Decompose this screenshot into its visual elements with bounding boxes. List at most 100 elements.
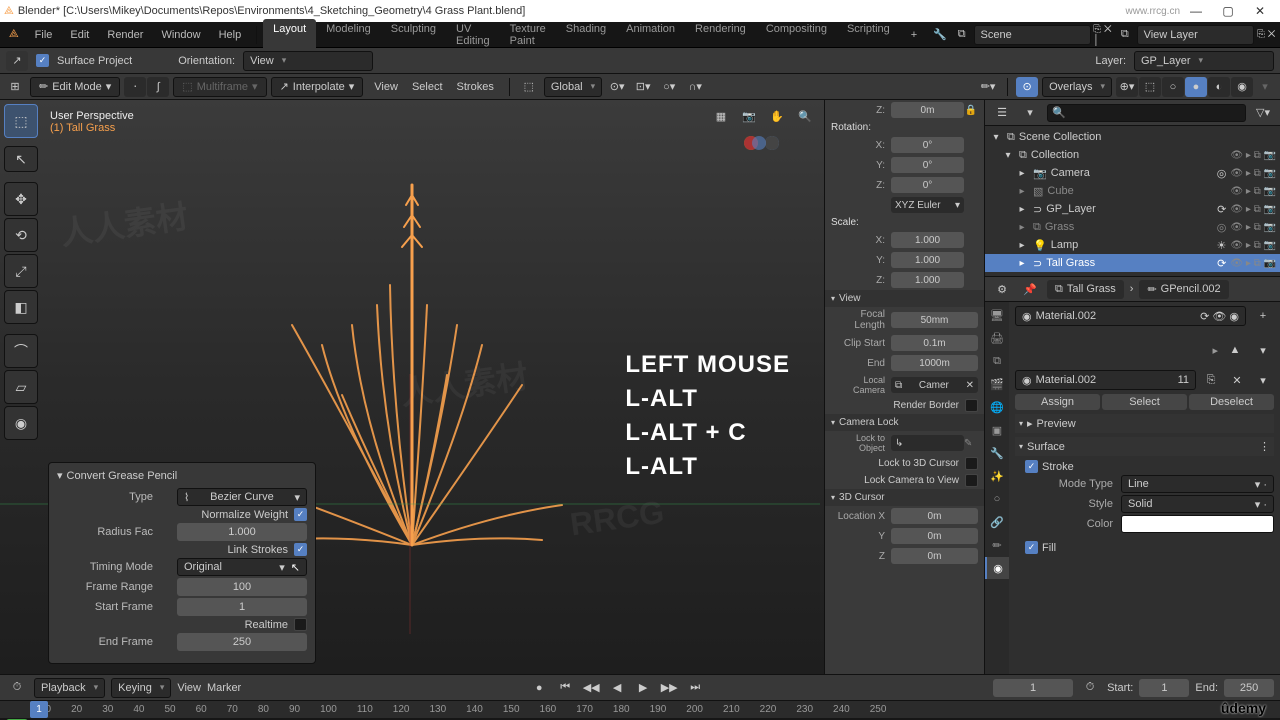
local-camera-field[interactable]: ⧉ Camer ✕ bbox=[891, 377, 978, 393]
workspace-shading[interactable]: Shading bbox=[556, 19, 616, 51]
jump-end-icon[interactable]: ⏭ bbox=[685, 679, 705, 697]
type-dropdown[interactable]: ⌇ Bezier Curve ▾ bbox=[177, 488, 307, 506]
playback-dropdown[interactable]: Playback bbox=[34, 678, 105, 698]
scene-tab[interactable]: 🎬 bbox=[985, 373, 1009, 395]
scale-z-input[interactable]: 1.000 bbox=[891, 272, 964, 288]
mode-dropdown[interactable]: ✏ Edit Mode ▾ bbox=[30, 77, 120, 97]
render-border-checkbox[interactable] bbox=[965, 399, 978, 412]
camera-lock-header[interactable]: Camera Lock bbox=[825, 414, 984, 431]
preview-header[interactable]: ▸ Preview bbox=[1015, 414, 1274, 433]
menu-help[interactable]: Help bbox=[210, 26, 251, 44]
xray-icon[interactable]: ⬚ bbox=[1139, 77, 1161, 97]
maximize-button[interactable]: ▢ bbox=[1212, 4, 1244, 18]
add-slot-icon[interactable]: + bbox=[1252, 306, 1274, 326]
shear-tool[interactable]: ▱ bbox=[4, 370, 38, 404]
gp-drawing-icon[interactable]: ✏▾ bbox=[977, 77, 999, 97]
proportional-falloff-icon[interactable]: ∩▾ bbox=[684, 77, 706, 97]
style-dropdown[interactable]: Solid▾ · bbox=[1121, 495, 1274, 513]
outliner-row-grass[interactable]: ▸⧉Grass◎👁 ▸ ⧉ 📷 bbox=[985, 218, 1280, 236]
clip-end-input[interactable]: 1000m bbox=[891, 355, 978, 371]
props-pin-icon[interactable]: 📌 bbox=[1019, 279, 1041, 299]
shading-lookdev-icon[interactable]: ◐ bbox=[1208, 77, 1230, 97]
minimize-button[interactable]: — bbox=[1180, 4, 1212, 18]
workspace-layout[interactable]: Layout bbox=[263, 19, 316, 51]
rot-z-input[interactable]: 0° bbox=[891, 177, 964, 193]
outliner-type-icon[interactable]: ☰ bbox=[991, 103, 1013, 123]
tl-view-menu[interactable]: View bbox=[177, 682, 201, 694]
material-menu-icon[interactable]: ▾ bbox=[1252, 370, 1274, 390]
display-mode-icon[interactable]: ▾ bbox=[1019, 103, 1041, 123]
workspace-rendering[interactable]: Rendering bbox=[685, 19, 756, 51]
slot-up-icon[interactable]: ▲ bbox=[1224, 340, 1246, 360]
camera-icon[interactable]: 📷 bbox=[738, 106, 760, 126]
outliner-row-tall-grass[interactable]: ▸⊃Tall Grass⟳👁 ▸ ⧉ 📷 bbox=[985, 254, 1280, 272]
menu-window[interactable]: Window bbox=[152, 26, 209, 44]
focal-input[interactable]: 50mm bbox=[891, 312, 978, 328]
realtime-checkbox[interactable] bbox=[294, 618, 307, 631]
outliner-search[interactable]: 🔍 bbox=[1047, 104, 1246, 122]
output-tab[interactable]: 🖨 bbox=[985, 327, 1009, 349]
workspace-uv-editing[interactable]: UV Editing bbox=[446, 19, 500, 51]
keying-dropdown[interactable]: Keying bbox=[111, 678, 171, 698]
color-field[interactable] bbox=[1121, 515, 1274, 533]
material-tab[interactable]: ◉ bbox=[985, 557, 1009, 579]
end-frame-tl-input[interactable]: 250 bbox=[1224, 679, 1274, 697]
loc-z-input[interactable]: 0m bbox=[891, 102, 964, 118]
close-button[interactable]: ✕ bbox=[1244, 4, 1276, 18]
interpolate-dropdown[interactable]: ↗ Interpolate ▾ bbox=[271, 77, 364, 97]
autokey-icon[interactable]: ● bbox=[529, 679, 549, 697]
rotate-tool[interactable]: ⟲ bbox=[4, 218, 38, 252]
vpmenu-select[interactable]: Select bbox=[405, 78, 450, 96]
shading-rendered-icon[interactable]: ◉ bbox=[1231, 77, 1253, 97]
multiframe-toggle[interactable]: ⬚ Multiframe ▾ bbox=[173, 77, 266, 97]
select-button[interactable]: Select bbox=[1102, 394, 1187, 410]
3dcursor-header[interactable]: 3D Cursor bbox=[825, 489, 984, 506]
workspace-sculpting[interactable]: Sculpting bbox=[381, 19, 446, 51]
zoom-icon[interactable]: 🔍 bbox=[794, 106, 816, 126]
scale-x-input[interactable]: 1.000 bbox=[891, 232, 964, 248]
world-tab[interactable]: 🌐 bbox=[985, 396, 1009, 418]
object-tab[interactable]: ▣ bbox=[985, 419, 1009, 441]
slot-menu-icon[interactable]: ▾ bbox=[1252, 340, 1274, 360]
lock-3dcursor-checkbox[interactable] bbox=[965, 457, 978, 470]
start-frame-input[interactable]: 1 bbox=[177, 598, 307, 616]
scene-icons[interactable]: ⎘ ✕ │ bbox=[1093, 25, 1113, 45]
shading-wireframe-icon[interactable]: ○ bbox=[1162, 77, 1184, 97]
material-slot[interactable]: ◉ Material.002⟳ 👁 ◉ bbox=[1015, 306, 1246, 326]
gizmo-toggle-icon[interactable]: ⊕▾ bbox=[1116, 77, 1138, 97]
timeline-editor-icon[interactable]: ⏱ bbox=[6, 678, 28, 698]
fill-checkbox[interactable] bbox=[1025, 541, 1038, 554]
shading-options-icon[interactable]: ▾ bbox=[1254, 77, 1276, 97]
workspace-texture-paint[interactable]: Texture Paint bbox=[500, 19, 556, 51]
viewlayer-field[interactable]: View Layer bbox=[1137, 25, 1255, 45]
start-frame-tl-input[interactable]: 1 bbox=[1139, 679, 1189, 697]
axis-gizmo[interactable]: Z Y bbox=[744, 136, 800, 192]
viewlayer-icon[interactable]: ⧉ bbox=[1115, 25, 1135, 45]
workspace-compositing[interactable]: Compositing bbox=[756, 19, 837, 51]
menu-edit[interactable]: Edit bbox=[61, 26, 98, 44]
bend-tool[interactable]: ⌒ bbox=[4, 334, 38, 368]
frame-prev-icon[interactable]: ◀ bbox=[607, 679, 627, 697]
euler-dropdown[interactable]: XYZ Euler▾ bbox=[891, 197, 964, 213]
crumb-data[interactable]: ✏ GPencil.002 bbox=[1139, 280, 1228, 299]
editor-type-icon[interactable]: ⊞ bbox=[4, 77, 26, 97]
render-tab[interactable]: 🖥 bbox=[985, 304, 1009, 326]
modifier-tab[interactable]: 🔧 bbox=[985, 442, 1009, 464]
normalize-checkbox[interactable] bbox=[294, 508, 307, 521]
workspace-animation[interactable]: Animation bbox=[616, 19, 685, 51]
physics-tab[interactable]: ○ bbox=[985, 488, 1009, 510]
fx-tab[interactable]: ✨ bbox=[985, 465, 1009, 487]
shading-solid-icon[interactable]: ● bbox=[1185, 77, 1207, 97]
menu-render[interactable]: Render bbox=[98, 26, 152, 44]
cursor-y-input[interactable]: 0m bbox=[891, 528, 978, 544]
surface-header[interactable]: Surface⋮ bbox=[1015, 437, 1274, 456]
orientation-dropdown[interactable]: View bbox=[243, 51, 373, 71]
outliner[interactable]: ▾⧉ Scene Collection ▾⧉ Collection👁 ▸ ⧉ 📷… bbox=[985, 126, 1280, 276]
pan-icon[interactable]: ✋ bbox=[766, 106, 788, 126]
filter-icon[interactable]: ▽▾ bbox=[1252, 103, 1274, 123]
stroke-checkbox[interactable] bbox=[1025, 460, 1038, 473]
link-checkbox[interactable] bbox=[294, 543, 307, 556]
workspace-scripting[interactable]: Scripting bbox=[837, 19, 900, 51]
move-tool[interactable]: ✥ bbox=[4, 182, 38, 216]
rot-x-input[interactable]: 0° bbox=[891, 137, 964, 153]
